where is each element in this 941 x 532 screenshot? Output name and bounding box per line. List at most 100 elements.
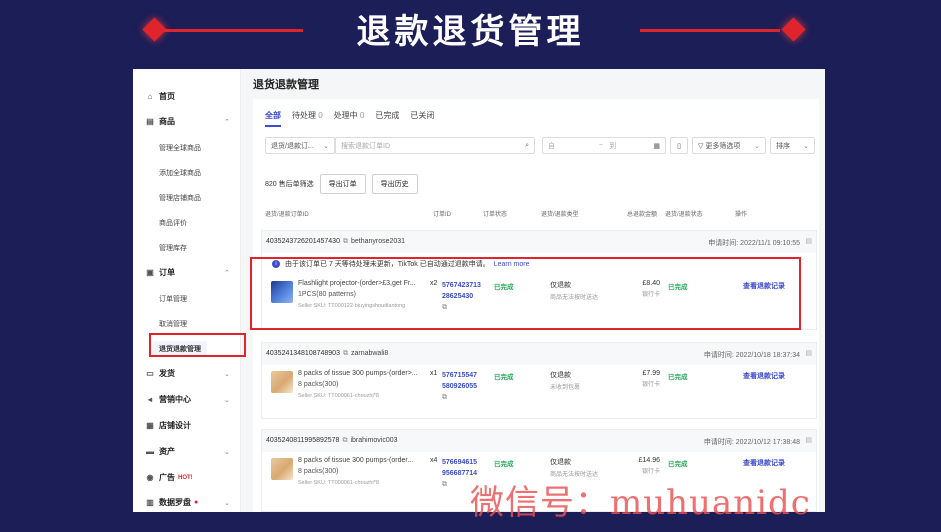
filter-bar: 退货/退款订... ⌄ 搜索退款订单ID ⌕ 自 ~ 到 ▦ ▯ ▽ 更多筛选项…	[265, 137, 815, 154]
column-header: 退货/退款类型	[541, 212, 579, 218]
highlight-first-order	[250, 257, 801, 330]
tab-count: 0	[318, 111, 323, 120]
sidebar-item-home[interactable]: ⌂ 首页	[146, 91, 175, 102]
sidebar-item-label: 店铺设计	[159, 421, 191, 430]
date-range-picker[interactable]: 自 ~ 到 ▦	[542, 137, 666, 154]
sidebar-item-products[interactable]: ▤ 商品 ⌃	[146, 116, 230, 127]
product-name[interactable]: 8 packs of tissue 300 pumps-(order... x4	[298, 457, 438, 464]
summary-bar: 820 售后单筛选 导出订单 导出历史	[265, 174, 418, 194]
tab-label: 已完成	[375, 111, 400, 120]
chevron-up-icon: ⌃	[224, 269, 230, 277]
order-header: 4035240811995892578 ⧉ ibrahimovic003 申请时间:…	[262, 430, 816, 452]
notification-dot-icon: ●	[194, 499, 199, 506]
watermark-text: 微信号：muhuanidc	[470, 483, 811, 523]
sidebar-subitem-manage-store[interactable]: 管理店铺商品	[159, 193, 201, 203]
status-tabs: 全部 待处理 0 处理中 0 已完成 已关闭	[265, 110, 434, 127]
refund-type-text: 仅退款	[550, 459, 571, 466]
pay-method: 银行卡	[641, 382, 660, 388]
sidebar-item-ads[interactable]: ◉ 广告 HOT!	[146, 472, 193, 483]
sidebar-subitem-cancel-manage[interactable]: 取消管理	[159, 319, 187, 329]
copy-icon[interactable]: ⧉	[343, 238, 348, 245]
more-icon[interactable]: ▤	[805, 237, 812, 245]
product-name-text: 8 packs of tissue 300 pumps-(order...	[298, 457, 414, 464]
sidebar-item-store-design[interactable]: ▦ 店铺设计	[146, 420, 191, 431]
sidebar-item-label: 商品	[159, 117, 175, 126]
sidebar-subitem-order-manage[interactable]: 订单管理	[159, 294, 187, 304]
buyer-name: zarnabwali8	[350, 350, 389, 357]
refund-reason: 未收到包裹	[550, 385, 581, 391]
sidebar-item-label: 首页	[159, 92, 175, 101]
product-name[interactable]: 8 packs of tissue 300 pumps-(order>... x1	[298, 370, 438, 377]
view-refund-record-link[interactable]: 查看退款记录	[743, 371, 785, 381]
sidebar-item-marketing[interactable]: ◂ 营销中心 ⌄	[146, 394, 230, 405]
app-screenshot: ⌂ 首页 ▤ 商品 ⌃ 管理全球商品 添加全球商品 管理店铺商品 商品评价 管理…	[133, 69, 825, 512]
tab-pending[interactable]: 待处理 0	[292, 110, 323, 127]
tab-all[interactable]: 全部	[265, 110, 281, 127]
calendar-icon: ▦	[653, 142, 660, 150]
refund-type-text: 仅退款	[550, 372, 571, 379]
sidebar-subitem-inventory[interactable]: 管理库存	[159, 243, 187, 253]
order-card: 4035241348108748903 ⧉ zarnabwali8 申请时间: 20…	[261, 342, 817, 419]
apply-date: 申请时间: 2022/11/1 09:10:55	[708, 240, 800, 247]
return-order-id: 4035240811995892578 ⧉ ibrahimovic003	[266, 437, 398, 445]
copy-icon[interactable]: ⧉	[442, 394, 447, 401]
tab-completed[interactable]: 已完成	[375, 110, 399, 127]
product-qty: x1	[430, 370, 438, 377]
order-icon: ▣	[146, 268, 154, 277]
sidebar-item-label: 资产	[159, 447, 175, 456]
chevron-down-icon: ⌄	[803, 142, 809, 150]
more-icon[interactable]: ▤	[805, 436, 812, 444]
decor-line-right	[640, 29, 780, 32]
filter-icon: ▽	[698, 142, 704, 150]
more-filters-label: 更多筛选项	[705, 142, 741, 150]
order-header: 4035243726201457430 ⧉ bethanyrose2031 申请时间…	[262, 231, 816, 253]
column-header: 订单ID	[433, 212, 452, 218]
hot-badge: HOT!	[178, 474, 193, 481]
more-filters-button[interactable]: ▽ 更多筛选项 ⌄	[692, 137, 766, 154]
sidebar-subitem-reviews[interactable]: 商品评价	[159, 218, 187, 228]
export-history-button[interactable]: 导出历史	[371, 174, 418, 194]
order-status: 已完成	[494, 374, 514, 381]
sidebar-subitem-add-global[interactable]: 添加全球商品	[159, 168, 201, 178]
home-icon: ⌂	[147, 92, 153, 101]
return-order-id: 4035243726201457430 ⧉ bethanyrose2031	[266, 238, 405, 246]
truck-icon: ▭	[146, 369, 154, 378]
buyer-name: bethanyrose2031	[350, 238, 406, 245]
sidebar-item-shipping[interactable]: ▭ 发货 ⌄	[146, 368, 230, 379]
sort-button[interactable]: 排序 ⌄	[770, 137, 815, 154]
sidebar: ⌂ 首页 ▤ 商品 ⌃ 管理全球商品 添加全球商品 管理店铺商品 商品评价 管理…	[133, 69, 241, 512]
chart-icon: ▥	[146, 498, 154, 507]
view-refund-record-link[interactable]: 查看退款记录	[743, 458, 785, 468]
column-header: 总退款金额	[627, 212, 658, 218]
order-id[interactable]: 576715547 580926055 ⧉	[442, 370, 477, 403]
ad-icon: ◉	[146, 473, 154, 482]
pay-method: 银行卡	[641, 469, 660, 475]
bookmark-button[interactable]: ▯	[670, 137, 688, 154]
product-image[interactable]	[271, 458, 293, 480]
sort-label: 排序	[776, 142, 790, 150]
product-qty: x4	[430, 457, 438, 464]
sidebar-item-label: 广告	[159, 473, 175, 482]
copy-icon[interactable]: ⧉	[442, 481, 447, 488]
product-image[interactable]	[271, 371, 293, 393]
table-header: 退货/退款订单ID 订单ID 订单状态 退货/退款类型 总退款金额 退货/退款状…	[265, 209, 815, 223]
chevron-down-icon: ⌄	[754, 142, 760, 150]
date-from-label: 自	[548, 142, 555, 150]
search-input[interactable]: 搜索退款订单ID ⌕	[335, 137, 535, 154]
search-placeholder: 搜索退款订单ID	[341, 142, 390, 150]
sidebar-item-data-compass[interactable]: ▥ 数据罗盘 ● ⌄	[146, 497, 230, 508]
tab-label: 已关闭	[410, 111, 435, 120]
copy-icon[interactable]: ⧉	[342, 437, 347, 444]
sidebar-item-orders[interactable]: ▣ 订单 ⌃	[146, 267, 230, 278]
sidebar-subitem-manage-global[interactable]: 管理全球商品	[159, 143, 201, 153]
export-orders-button[interactable]: 导出订单	[319, 174, 366, 194]
copy-icon[interactable]: ⧉	[343, 350, 348, 357]
more-icon[interactable]: ▤	[805, 349, 812, 357]
tab-processing[interactable]: 处理中 0	[334, 110, 365, 127]
refund-type: 仅退款 未收到包裹	[550, 370, 580, 391]
type-select[interactable]: 退货/退款订... ⌄	[265, 137, 335, 154]
wallet-icon: ▬	[146, 447, 154, 456]
apply-date: 申请时间: 2022/10/12 17:38:48	[703, 439, 800, 446]
sidebar-item-assets[interactable]: ▬ 资产 ⌄	[146, 446, 230, 457]
tab-closed[interactable]: 已关闭	[410, 110, 434, 127]
